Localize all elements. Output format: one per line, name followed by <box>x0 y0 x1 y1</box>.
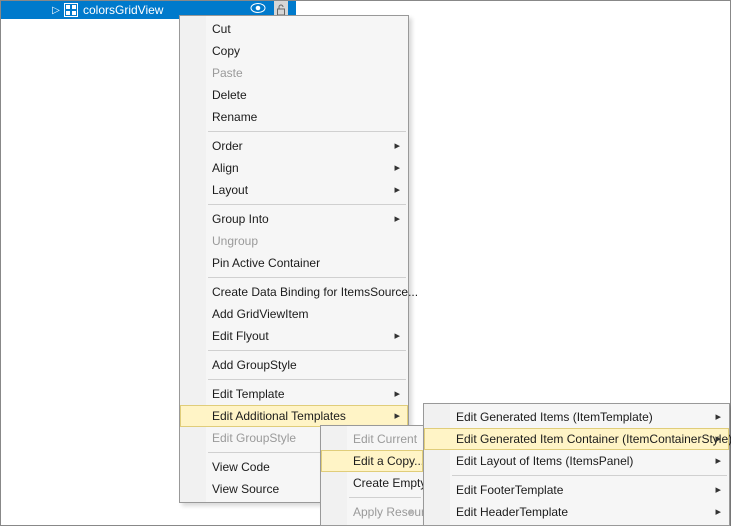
separator <box>452 475 727 476</box>
menu-label: Layout <box>212 183 248 197</box>
menu-label: Edit Generated Item Container (ItemConta… <box>456 432 731 446</box>
menu-label: Order <box>212 139 243 153</box>
context-menu-additional-templates: Edit Generated Items (ItemTemplate) Edit… <box>423 403 730 526</box>
menu-layout-items[interactable]: Edit Layout of Items (ItemsPanel) <box>424 450 729 472</box>
menu-edit-current: Edit Current <box>321 428 423 450</box>
separator <box>208 277 406 278</box>
eye-icon[interactable] <box>250 2 266 14</box>
context-menu-template-ops: Edit Current Edit a Copy... Create Empty… <box>320 425 424 526</box>
expander-icon[interactable]: ▷ <box>49 5 63 16</box>
menu-edit-additional-templates[interactable]: Edit Additional Templates <box>180 405 408 427</box>
menu-pin-active[interactable]: Pin Active Container <box>180 252 408 274</box>
menu-ungroup: Ungroup <box>180 230 408 252</box>
menu-label: Create Data Binding for ItemsSource... <box>212 285 418 299</box>
menu-label: Edit FooterTemplate <box>456 483 563 497</box>
menu-order[interactable]: Order <box>180 135 408 157</box>
menu-label: Paste <box>212 66 243 80</box>
menu-label: Copy <box>212 44 240 58</box>
menu-cut[interactable]: Cut <box>180 18 408 40</box>
menu-label: Group Into <box>212 212 269 226</box>
menu-edit-template[interactable]: Edit Template <box>180 383 408 405</box>
menu-delete[interactable]: Delete <box>180 84 408 106</box>
menu-label: Edit Generated Items (ItemTemplate) <box>456 410 653 424</box>
separator <box>208 204 406 205</box>
menu-label: View Code <box>212 460 270 474</box>
menu-copy[interactable]: Copy <box>180 40 408 62</box>
gridview-icon <box>63 2 79 18</box>
menu-label: Delete <box>212 88 247 102</box>
menu-label: Edit Additional Templates <box>212 409 346 423</box>
menu-group-into[interactable]: Group Into <box>180 208 408 230</box>
menu-gen-items[interactable]: Edit Generated Items (ItemTemplate) <box>424 406 729 428</box>
menu-paste: Paste <box>180 62 408 84</box>
menu-label: Rename <box>212 110 257 124</box>
menu-add-groupstyle[interactable]: Add GroupStyle <box>180 354 408 376</box>
separator <box>208 379 406 380</box>
menu-label: Ungroup <box>212 234 258 248</box>
menu-rename[interactable]: Rename <box>180 106 408 128</box>
menu-apply-resource: Apply Resource <box>321 501 423 523</box>
menu-gen-item-container[interactable]: Edit Generated Item Container (ItemConta… <box>424 428 729 450</box>
menu-label: Edit HeaderTemplate <box>456 505 568 519</box>
menu-edit-a-copy[interactable]: Edit a Copy... <box>321 450 423 472</box>
menu-label: Edit GroupStyle <box>212 431 296 445</box>
menu-label: Add GridViewItem <box>212 307 309 321</box>
menu-label: Edit Flyout <box>212 329 269 343</box>
menu-align[interactable]: Align <box>180 157 408 179</box>
menu-label: Edit Current <box>353 432 417 446</box>
menu-label: Edit a Copy... <box>353 454 424 468</box>
menu-edit-flyout[interactable]: Edit Flyout <box>180 325 408 347</box>
menu-label: Edit Layout of Items (ItemsPanel) <box>456 454 633 468</box>
menu-layout[interactable]: Layout <box>180 179 408 201</box>
menu-label: View Source <box>212 482 279 496</box>
menu-add-gridviewitem[interactable]: Add GridViewItem <box>180 303 408 325</box>
separator <box>208 350 406 351</box>
menu-create-empty[interactable]: Create Empty... <box>321 472 423 494</box>
separator <box>208 131 406 132</box>
menu-label: Cut <box>212 22 231 36</box>
menu-label: Pin Active Container <box>212 256 320 270</box>
menu-footer-template[interactable]: Edit FooterTemplate <box>424 479 729 501</box>
separator <box>349 497 421 498</box>
menu-label: Align <box>212 161 239 175</box>
menu-label: Add GroupStyle <box>212 358 297 372</box>
menu-create-binding[interactable]: Create Data Binding for ItemsSource... <box>180 281 408 303</box>
menu-label: Edit Template <box>212 387 285 401</box>
menu-header-template[interactable]: Edit HeaderTemplate <box>424 501 729 523</box>
